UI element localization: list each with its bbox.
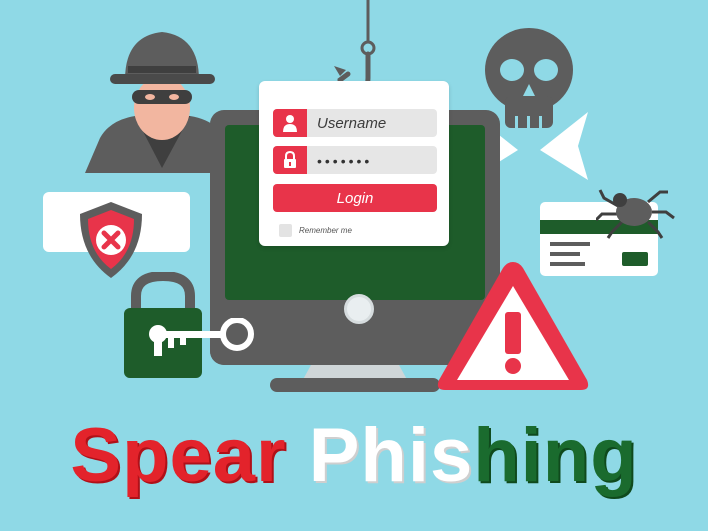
login-button[interactable]: Login <box>273 184 437 212</box>
login-form: Username ••••••• Login Remember me <box>259 81 449 246</box>
title-word-hing: hing <box>473 413 638 498</box>
title-word-spear: Spear <box>70 413 287 498</box>
warning-triangle-icon <box>433 256 593 401</box>
bug-icon <box>594 180 676 245</box>
password-mask: ••••••• <box>317 153 373 169</box>
page-title: Spear Phishing <box>0 418 708 494</box>
user-icon <box>273 109 307 137</box>
remember-me-label: Remember me <box>299 226 352 235</box>
monitor-base <box>270 378 440 392</box>
username-field[interactable]: Username <box>273 109 437 137</box>
username-placeholder: Username <box>317 115 387 132</box>
remember-me-checkbox[interactable] <box>279 224 292 237</box>
power-button-icon <box>344 294 374 324</box>
password-field[interactable]: ••••••• <box>273 146 437 174</box>
key-icon <box>160 317 255 359</box>
title-word-phis: Phis <box>308 413 474 498</box>
lock-icon <box>273 146 307 174</box>
